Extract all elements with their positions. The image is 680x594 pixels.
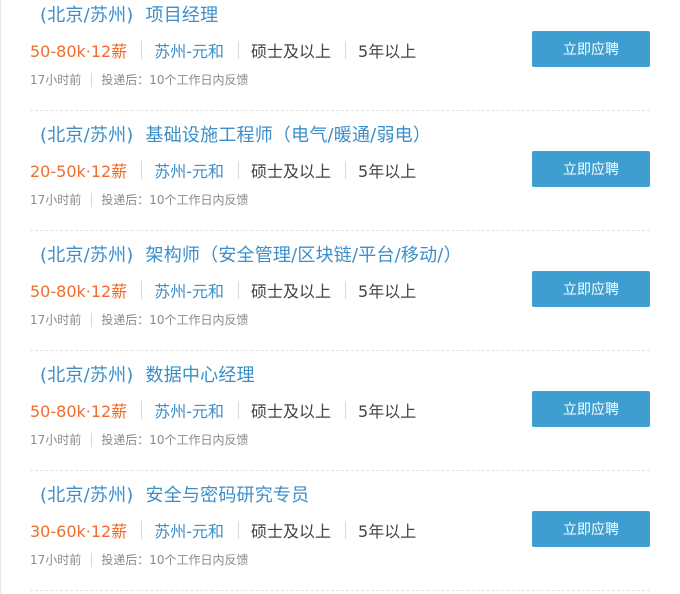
job-city: 苏州-元和 — [154, 162, 224, 181]
job-title-link[interactable]: (北京/苏州) 安全与密码研究专员 — [40, 481, 309, 507]
job-city: 苏州-元和 — [154, 42, 224, 61]
job-location: (北京/苏州) — [40, 365, 134, 386]
feedback-note: 投递后：10个工作日内反馈 — [101, 73, 249, 87]
salary: 50-80k·12薪 — [30, 402, 128, 421]
divider — [238, 521, 239, 539]
job-title-link[interactable]: (北京/苏州) 数据中心经理 — [40, 361, 255, 387]
feedback-note: 投递后：10个工作日内反馈 — [101, 193, 249, 207]
divider — [238, 41, 239, 59]
job-item: (北京/苏州) 安全与密码研究专员 30-60k·12薪 苏州-元和 硕士及以上 … — [30, 471, 650, 591]
divider — [141, 281, 143, 299]
job-location: (北京/苏州) — [40, 485, 134, 506]
job-title: 基础设施工程师（电气/暖通/弱电） — [145, 125, 432, 146]
divider — [345, 281, 347, 299]
job-footer: 17小时前 投递后：10个工作日内反馈 — [30, 551, 249, 568]
job-title: 架构师（安全管理/区块链/平台/移动/） — [145, 245, 462, 266]
divider — [91, 432, 93, 447]
job-footer: 17小时前 投递后：10个工作日内反馈 — [30, 311, 249, 328]
apply-button[interactable]: 立即应聘 — [532, 391, 650, 427]
divider — [91, 72, 93, 87]
education-requirement: 硕士及以上 — [251, 402, 332, 421]
experience-requirement: 5年以上 — [358, 522, 417, 541]
salary: 50-80k·12薪 — [30, 42, 128, 61]
experience-requirement: 5年以上 — [358, 282, 417, 301]
job-city: 苏州-元和 — [154, 522, 224, 541]
job-city: 苏州-元和 — [154, 282, 224, 301]
experience-requirement: 5年以上 — [358, 402, 417, 421]
divider — [141, 521, 143, 539]
posted-time: 17小时前 — [30, 73, 82, 87]
posted-time: 17小时前 — [30, 193, 82, 207]
job-list: (北京/苏州) 项目经理 50-80k·12薪 苏州-元和 硕士及以上 5年以上 … — [0, 0, 680, 591]
job-footer: 17小时前 投递后：10个工作日内反馈 — [30, 71, 249, 88]
education-requirement: 硕士及以上 — [251, 282, 332, 301]
divider — [238, 281, 239, 299]
job-meta: 30-60k·12薪 苏州-元和 硕士及以上 5年以上 — [30, 518, 416, 542]
experience-requirement: 5年以上 — [358, 42, 417, 61]
divider — [345, 521, 347, 539]
job-title-link[interactable]: (北京/苏州) 架构师（安全管理/区块链/平台/移动/） — [40, 241, 462, 267]
divider — [91, 192, 93, 207]
posted-time: 17小时前 — [30, 433, 82, 447]
divider — [91, 552, 93, 567]
job-location: (北京/苏州) — [40, 5, 134, 26]
divider — [345, 41, 347, 59]
feedback-note: 投递后：10个工作日内反馈 — [101, 553, 249, 567]
divider — [141, 401, 143, 419]
job-footer: 17小时前 投递后：10个工作日内反馈 — [30, 431, 249, 448]
divider — [345, 401, 347, 419]
job-meta: 50-80k·12薪 苏州-元和 硕士及以上 5年以上 — [30, 398, 416, 422]
job-location: (北京/苏州) — [40, 125, 134, 146]
posted-time: 17小时前 — [30, 313, 82, 327]
job-item: (北京/苏州) 架构师（安全管理/区块链/平台/移动/） 50-80k·12薪 苏… — [30, 231, 650, 351]
job-item: (北京/苏州) 数据中心经理 50-80k·12薪 苏州-元和 硕士及以上 5年以… — [30, 351, 650, 471]
job-meta: 20-50k·12薪 苏州-元和 硕士及以上 5年以上 — [30, 158, 416, 182]
feedback-note: 投递后：10个工作日内反馈 — [101, 313, 249, 327]
divider — [238, 401, 239, 419]
experience-requirement: 5年以上 — [358, 162, 417, 181]
divider — [345, 161, 347, 179]
feedback-note: 投递后：10个工作日内反馈 — [101, 433, 249, 447]
divider — [141, 41, 143, 59]
salary: 50-80k·12薪 — [30, 282, 128, 301]
education-requirement: 硕士及以上 — [251, 42, 332, 61]
job-title-link[interactable]: (北京/苏州) 项目经理 — [40, 1, 218, 27]
salary: 20-50k·12薪 — [30, 162, 128, 181]
job-city: 苏州-元和 — [154, 402, 224, 421]
job-title: 项目经理 — [145, 5, 219, 26]
divider — [91, 312, 93, 327]
job-location: (北京/苏州) — [40, 245, 134, 266]
apply-button[interactable]: 立即应聘 — [532, 511, 650, 547]
divider — [141, 161, 143, 179]
salary: 30-60k·12薪 — [30, 522, 128, 541]
job-title: 安全与密码研究专员 — [145, 485, 310, 506]
job-footer: 17小时前 投递后：10个工作日内反馈 — [30, 191, 249, 208]
posted-time: 17小时前 — [30, 553, 82, 567]
job-item: (北京/苏州) 项目经理 50-80k·12薪 苏州-元和 硕士及以上 5年以上 … — [30, 0, 650, 111]
education-requirement: 硕士及以上 — [251, 162, 332, 181]
education-requirement: 硕士及以上 — [251, 522, 332, 541]
apply-button[interactable]: 立即应聘 — [532, 31, 650, 67]
job-meta: 50-80k·12薪 苏州-元和 硕士及以上 5年以上 — [30, 278, 416, 302]
job-title-link[interactable]: (北京/苏州) 基础设施工程师（电气/暖通/弱电） — [40, 121, 431, 147]
apply-button[interactable]: 立即应聘 — [532, 151, 650, 187]
job-meta: 50-80k·12薪 苏州-元和 硕士及以上 5年以上 — [30, 38, 416, 62]
apply-button[interactable]: 立即应聘 — [532, 271, 650, 307]
job-title: 数据中心经理 — [145, 365, 255, 386]
divider — [238, 161, 239, 179]
job-item: (北京/苏州) 基础设施工程师（电气/暖通/弱电） 20-50k·12薪 苏州-元… — [30, 111, 650, 231]
